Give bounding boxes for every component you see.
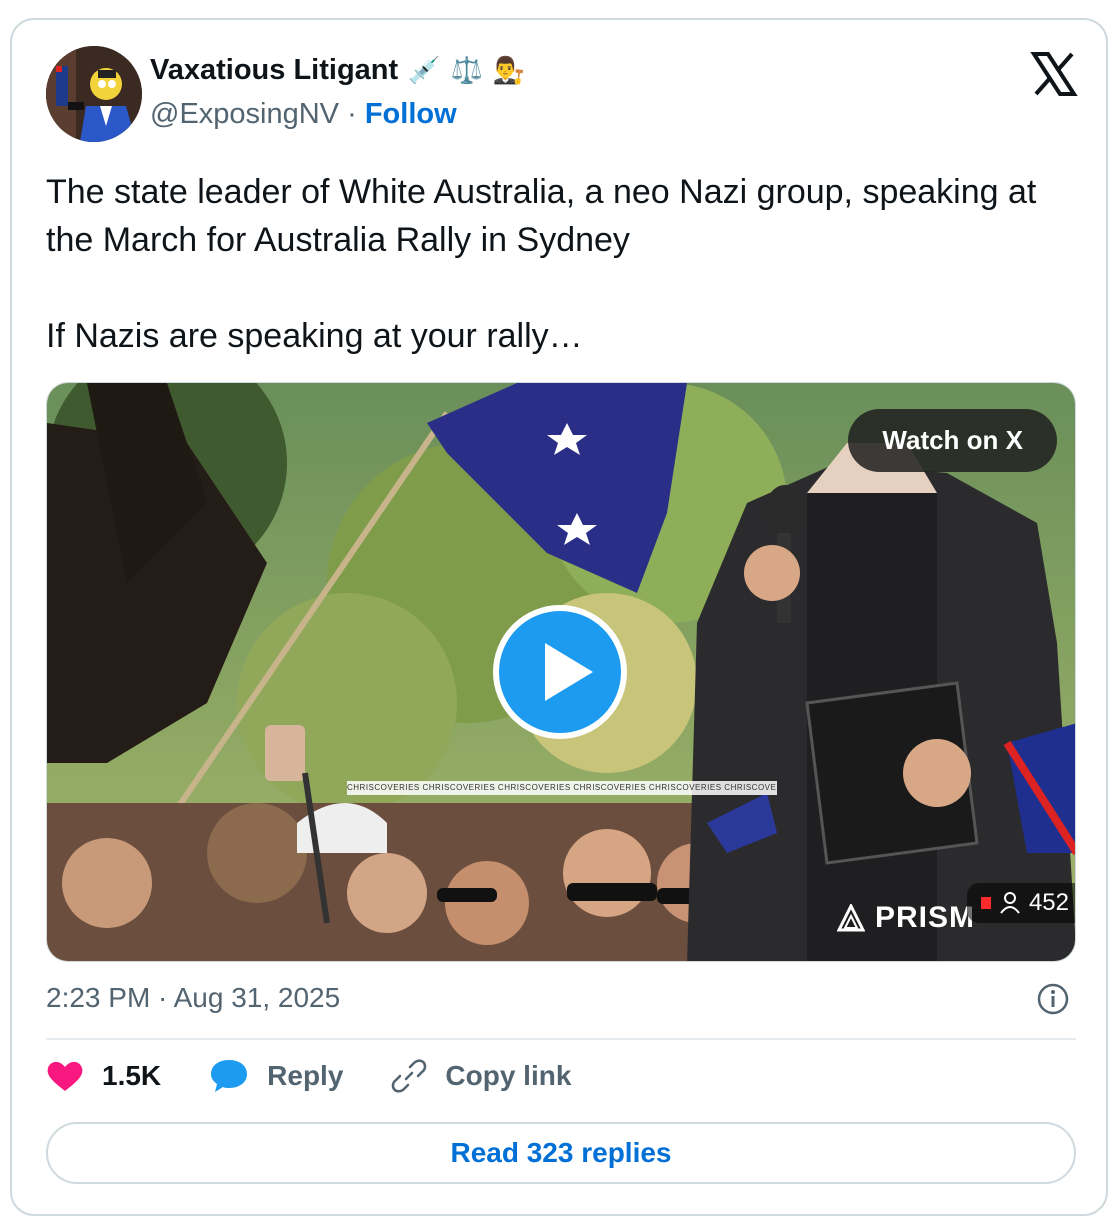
person-icon bbox=[1000, 892, 1020, 914]
play-icon[interactable] bbox=[493, 605, 627, 739]
viewer-count-badge: 452 bbox=[966, 883, 1075, 923]
reply-label: Reply bbox=[267, 1060, 344, 1091]
tweet-timestamp[interactable]: 2:23 PM · Aug 31, 2025 bbox=[46, 982, 340, 1014]
follow-button[interactable]: Follow bbox=[365, 98, 457, 130]
scales-emoji: ⚖️ bbox=[450, 55, 483, 86]
syringe-emoji: 💉 bbox=[408, 55, 441, 86]
video-player[interactable]: CHRISCOVERIES CHRISCOVERIES CHRISCOVERIE… bbox=[46, 382, 1076, 962]
viewer-count: 452 bbox=[1028, 889, 1069, 916]
divider bbox=[46, 1038, 1076, 1040]
link-icon bbox=[392, 1059, 427, 1093]
judge-emoji: 👨‍⚖️ bbox=[492, 55, 526, 86]
avatar-image bbox=[46, 46, 142, 142]
copy-link-label: Copy link bbox=[445, 1060, 572, 1091]
reply-button[interactable]: Reply bbox=[209, 1058, 343, 1094]
watch-on-x-button[interactable]: Watch on X bbox=[848, 409, 1057, 472]
stream-brand-label: PRISM bbox=[875, 901, 976, 934]
reply-bubble-icon bbox=[211, 1060, 248, 1092]
read-replies-button[interactable]: Read 323 replies bbox=[46, 1122, 1076, 1184]
x-logo-icon[interactable] bbox=[1030, 50, 1078, 98]
stream-brand: PRISM bbox=[837, 901, 975, 935]
author-name[interactable]: Vaxatious Litigant bbox=[150, 54, 398, 87]
copy-link-button[interactable]: Copy link bbox=[391, 1058, 571, 1094]
handle-row: @ExposingNV · Follow bbox=[150, 98, 457, 131]
info-icon[interactable] bbox=[1036, 982, 1070, 1016]
action-bar: 1.5K Reply Copy link bbox=[46, 1058, 619, 1094]
like-count: 1.5K bbox=[102, 1060, 162, 1091]
avatar[interactable] bbox=[46, 46, 142, 142]
author-handle[interactable]: @ExposingNV bbox=[150, 98, 339, 130]
video-watermark: CHRISCOVERIES CHRISCOVERIES CHRISCOVERIE… bbox=[347, 781, 777, 795]
heart-icon bbox=[47, 1061, 83, 1091]
prism-logo-icon bbox=[837, 904, 865, 932]
tweet-card: Vaxatious Litigant 💉 ⚖️ 👨‍⚖️ @ExposingNV… bbox=[10, 18, 1108, 1216]
live-dot-icon bbox=[980, 897, 991, 909]
tweet-text: The state leader of White Australia, a n… bbox=[46, 173, 1037, 355]
author-row: Vaxatious Litigant 💉 ⚖️ 👨‍⚖️ bbox=[150, 54, 525, 87]
handle-separator: · bbox=[347, 98, 357, 130]
like-button[interactable]: 1.5K bbox=[46, 1059, 161, 1093]
